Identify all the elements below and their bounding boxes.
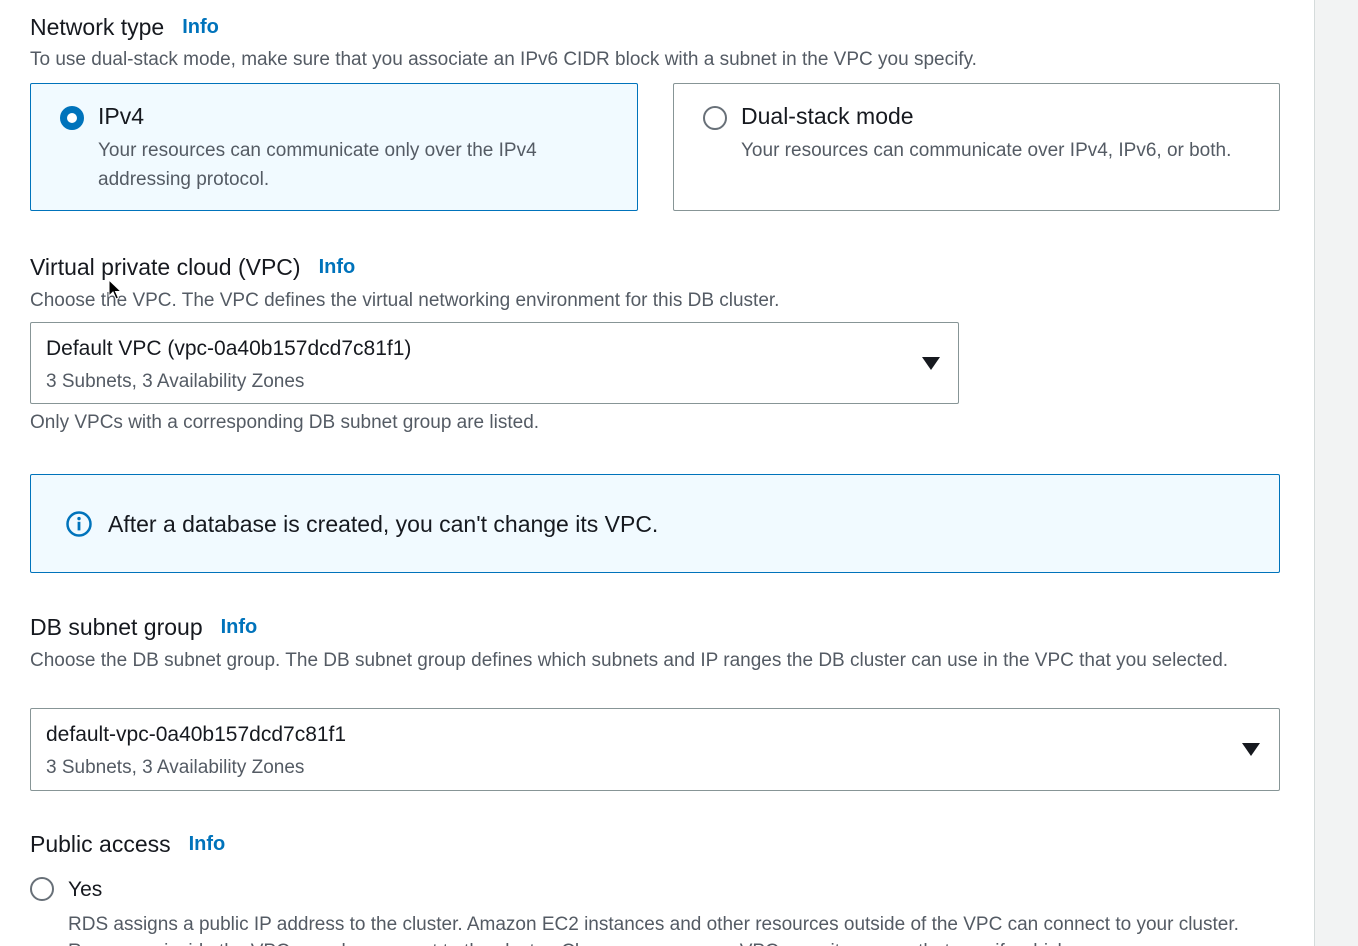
db-subnet-group-select[interactable]: default-vpc-0a40b157dcd7c81f1 3 Subnets,… [30, 708, 1280, 791]
vpc-constraint-hint: Only VPCs with a corresponding DB subnet… [30, 412, 540, 433]
db-subnet-group-field: DB subnet group Info Choose the DB subne… [30, 614, 1280, 674]
network-type-label: Network type [30, 14, 165, 40]
vpc-select[interactable]: Default VPC (vpc-0a40b157dcd7c81f1) 3 Su… [30, 322, 959, 404]
network-type-radio-group: IPv4 Your resources can communicate only… [30, 83, 1280, 213]
caret-down-icon [1242, 743, 1260, 756]
public-access-yes-radio[interactable] [30, 877, 54, 901]
public-access-label: Public access [30, 831, 171, 857]
right-side-panel [1314, 0, 1358, 946]
ipv4-option-description: Your resources can communicate only over… [98, 140, 537, 190]
ipv4-radio-button[interactable] [60, 106, 84, 130]
public-access-field: Public access Info [30, 831, 1280, 858]
vpc-description: Choose the VPC. The VPC defines the virt… [30, 290, 780, 311]
public-access-yes-label: Yes [68, 878, 103, 901]
db-subnet-group-info-link[interactable]: Info [221, 616, 258, 639]
db-subnet-group-select-value: default-vpc-0a40b157dcd7c81f1 [46, 723, 347, 746]
vpc-select-detail: 3 Subnets, 3 Availability Zones [46, 371, 305, 392]
mouse-pointer-icon [108, 279, 122, 300]
vpc-header: Virtual private cloud (VPC) Info [30, 254, 1280, 281]
vpc-info-link[interactable]: Info [319, 256, 356, 279]
db-subnet-group-select-detail: 3 Subnets, 3 Availability Zones [46, 757, 305, 778]
dual-stack-radio-button[interactable] [703, 106, 727, 130]
alert-message: After a database is created, you can't c… [108, 511, 659, 537]
dual-stack-radio-tile[interactable]: Dual-stack mode Your resources can commu… [673, 83, 1280, 211]
vpc-field: Virtual private cloud (VPC) Info Choose … [30, 254, 1280, 314]
dual-stack-option-title: Dual-stack mode [741, 103, 914, 129]
vpc-info-alert: After a database is created, you can't c… [30, 474, 1280, 573]
public-access-header: Public access Info [30, 831, 1280, 858]
public-access-info-link[interactable]: Info [189, 833, 226, 856]
public-access-yes-description: RDS assigns a public IP address to the c… [68, 914, 1239, 946]
info-circle-icon [66, 511, 92, 537]
network-type-field: Network type Info To use dual-stack mode… [30, 14, 1280, 73]
ipv4-radio-tile[interactable]: IPv4 Your resources can communicate only… [30, 83, 638, 211]
db-subnet-group-description: Choose the DB subnet group. The DB subne… [30, 650, 1229, 671]
dual-stack-option-description: Your resources can communicate over IPv4… [741, 140, 1232, 161]
network-type-description: To use dual-stack mode, make sure that y… [30, 49, 977, 70]
ipv4-option-title: IPv4 [98, 103, 145, 129]
db-subnet-group-label: DB subnet group [30, 614, 203, 640]
rds-connectivity-page: Network type Info To use dual-stack mode… [0, 0, 1358, 946]
network-type-header: Network type Info [30, 14, 1280, 41]
network-type-info-link[interactable]: Info [182, 16, 219, 39]
caret-down-icon [922, 357, 940, 370]
vpc-select-value: Default VPC (vpc-0a40b157dcd7c81f1) [46, 337, 412, 360]
vpc-label: Virtual private cloud (VPC) [30, 254, 301, 280]
db-subnet-group-header: DB subnet group Info [30, 614, 1280, 641]
